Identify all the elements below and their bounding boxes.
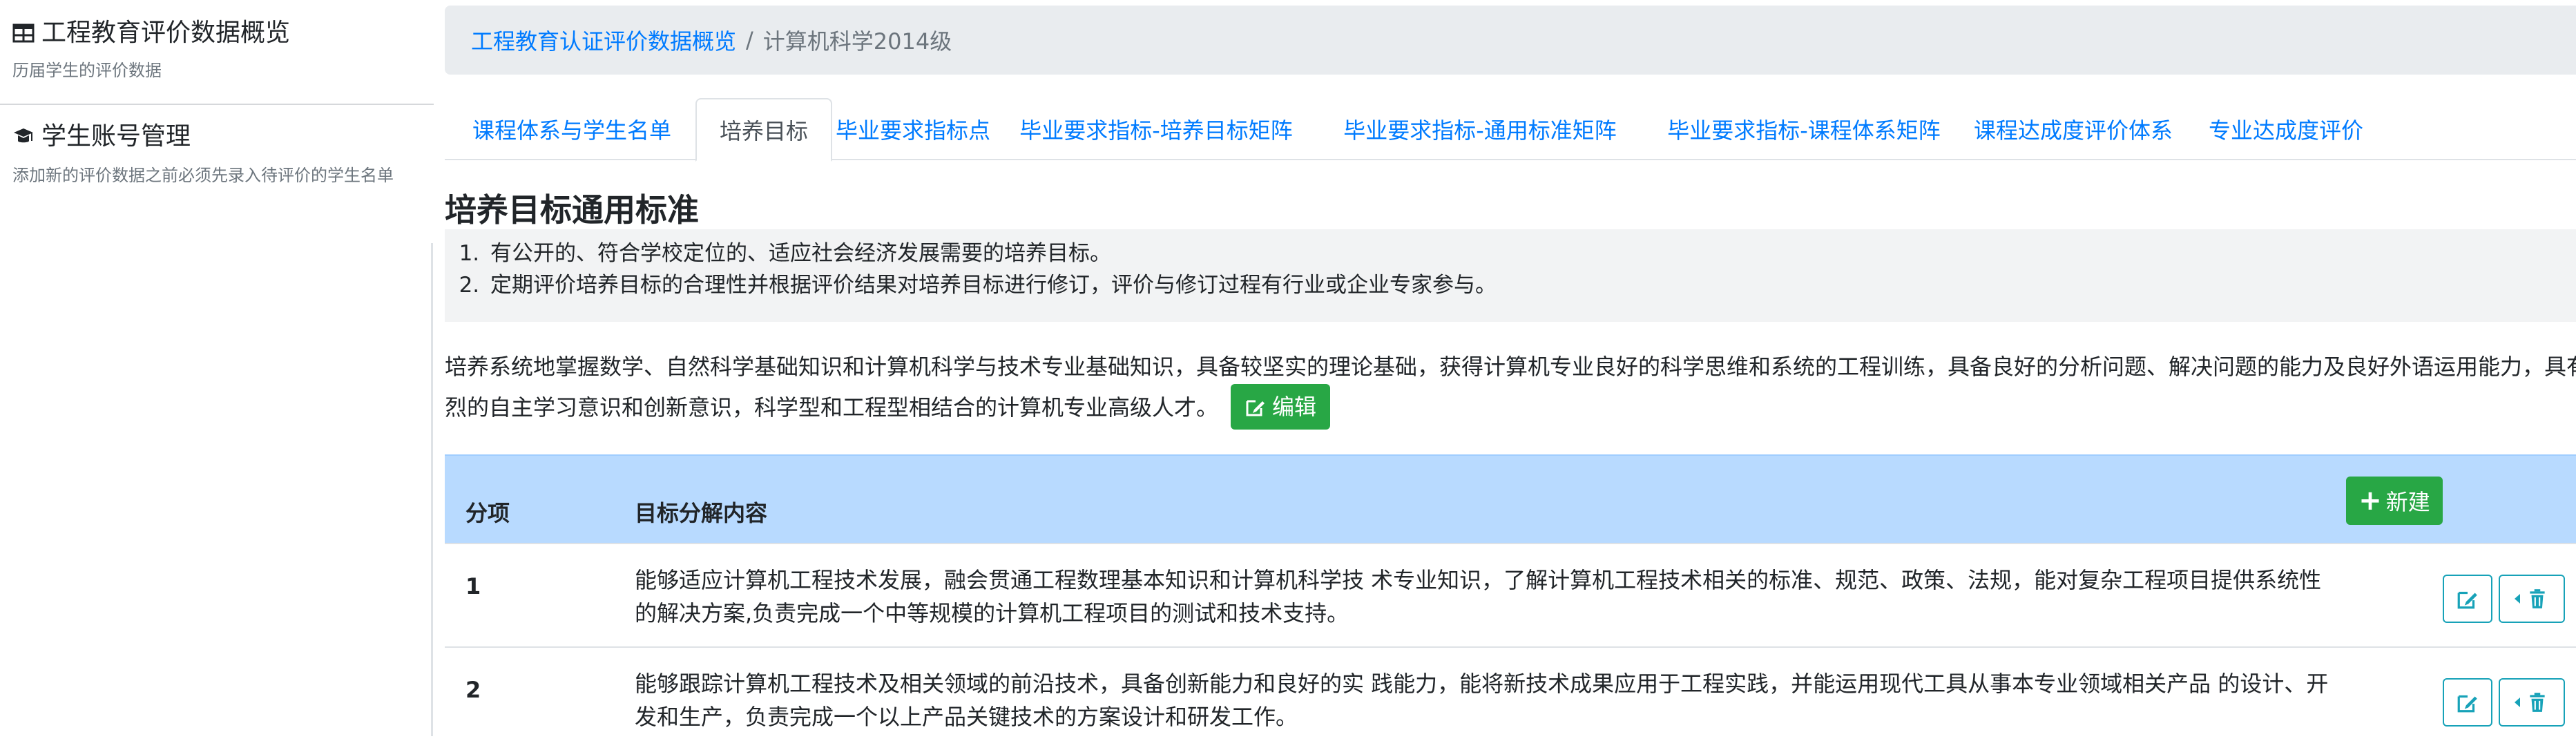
row-content-line: 能够跟踪计算机工程技术及相关领域的前沿技术，具备创新能力和良好的实 践能力，能将… bbox=[635, 671, 2329, 697]
breadcrumb-separator: / bbox=[746, 27, 753, 53]
row-content-line: 能够适应计算机工程技术发展，融会贯通工程数理基本知识和计算机科学技 术专业知识，… bbox=[635, 567, 2322, 593]
standard-panel: 有公开的、符合学校定位的、适应社会经济发展需要的培养目标。 定期评价培养目标的合… bbox=[445, 229, 2576, 322]
breadcrumb-current: 计算机科学2014级 bbox=[762, 28, 952, 55]
edit-icon bbox=[2457, 591, 2477, 609]
sidebar-item-student-accounts[interactable]: 学生账号管理 添加新的评价数据之前必须先录入待评价的学生名单 bbox=[0, 105, 434, 243]
sidebar-item-desc: 历届学生的评价数据 bbox=[12, 61, 162, 80]
row-edit-button[interactable] bbox=[2443, 575, 2492, 623]
caret-left-icon bbox=[2515, 698, 2520, 707]
table-icon bbox=[12, 23, 35, 43]
breadcrumb: 工程教育认证评价数据概览 / 计算机科学2014级 bbox=[445, 6, 2576, 75]
objective-table: 分项 目标分解内容 + 新建 1 能够适应计算机工程技术发展，融会贯通工程数理基… bbox=[445, 454, 2576, 750]
edit-button-label: 编辑 bbox=[1272, 394, 1317, 420]
tab-training-objectives[interactable]: 培养目标 bbox=[695, 98, 832, 162]
objective-text: 烈的自主学习意识和创新意识，科学型和工程型相结合的计算机专业高级人才。 bbox=[445, 394, 1219, 421]
new-button[interactable]: + 新建 bbox=[2346, 477, 2443, 525]
sidebar: 工程教育评价数据概览 历届学生的评价数据 学生账号管理 添加新的评价数据之前必须… bbox=[0, 0, 434, 736]
row-index: 1 bbox=[465, 573, 481, 599]
row-content-line: 的解决方案,负责完成一个中等规模的计算机工程项目的测试和技术支持。 bbox=[635, 600, 1349, 626]
row-index: 2 bbox=[465, 677, 481, 703]
trash-icon bbox=[2530, 589, 2545, 608]
objective-text-line-2: 烈的自主学习意识和创新意识，科学型和工程型相结合的计算机专业高级人才。 编辑 bbox=[445, 384, 2576, 432]
sidebar-item-title: 学生账号管理 bbox=[41, 122, 191, 151]
row-edit-button[interactable] bbox=[2443, 678, 2492, 727]
row-content: 能够适应计算机工程技术发展，融会贯通工程数理基本知识和计算机科学技 术专业知识，… bbox=[635, 564, 2322, 630]
row-content-line: 发和生产，负责完成一个以上产品关键技术的方案设计和研发工作。 bbox=[635, 704, 1298, 730]
sidebar-item-overview[interactable]: 工程教育评价数据概览 历届学生的评价数据 bbox=[0, 0, 434, 105]
table-header: 分项 目标分解内容 + 新建 bbox=[445, 454, 2576, 543]
row-content: 能够跟踪计算机工程技术及相关领域的前沿技术，具备创新能力和良好的实 践能力，能将… bbox=[635, 667, 2329, 733]
standard-item: 定期评价培养目标的合理性并根据评价结果对培养目标进行修订，评价与修订过程有行业或… bbox=[486, 269, 2576, 301]
tab-indicator-standard-matrix[interactable]: 毕业要求指标-通用标准矩阵 bbox=[1318, 98, 1642, 160]
standard-list: 有公开的、符合学校定位的、适应社会经济发展需要的培养目标。 定期评价培养目标的合… bbox=[486, 238, 2576, 301]
objective-text-line-1: 培养系统地掌握数学、自然科学基础知识和计算机科学与技术专业基础知识，具备较坚实的… bbox=[445, 354, 2576, 380]
sidebar-divider bbox=[431, 243, 433, 736]
sidebar-item-desc: 添加新的评价数据之前必须先录入待评价的学生名单 bbox=[12, 166, 394, 185]
objective-description: 培养系统地掌握数学、自然科学基础知识和计算机科学与技术专业基础知识，具备较坚实的… bbox=[445, 347, 2576, 432]
tab-indicator-course-matrix[interactable]: 毕业要求指标-课程体系矩阵 bbox=[1642, 98, 1966, 160]
tab-indicator-objective-matrix[interactable]: 毕业要求指标-培养目标矩阵 bbox=[994, 98, 1318, 160]
tab-course-evaluation[interactable]: 课程达成度评价体系 bbox=[1966, 98, 2180, 160]
standard-item: 有公开的、符合学校定位的、适应社会经济发展需要的培养目标。 bbox=[486, 238, 2576, 269]
sidebar-item-accounts-title-row[interactable]: 学生账号管理 bbox=[12, 120, 421, 153]
tab-course-system[interactable]: 课程体系与学生名单 bbox=[445, 98, 699, 160]
table-row: 2 能够跟踪计算机工程技术及相关领域的前沿技术，具备创新能力和良好的实 践能力，… bbox=[445, 646, 2576, 750]
caret-left-icon bbox=[2515, 594, 2520, 604]
tab-graduation-indicators[interactable]: 毕业要求指标点 bbox=[832, 98, 994, 160]
sidebar-item-overview-title-row[interactable]: 工程教育评价数据概览 bbox=[12, 17, 421, 50]
sidebar-item-title: 工程教育评价数据概览 bbox=[41, 19, 291, 47]
graduation-cap-icon bbox=[14, 128, 33, 143]
tab-major-evaluation[interactable]: 专业达成度评价 bbox=[2180, 98, 2392, 160]
breadcrumb-root-link[interactable]: 工程教育认证评价数据概览 bbox=[471, 24, 736, 56]
column-header-content: 目标分解内容 bbox=[635, 500, 768, 526]
row-delete-button[interactable] bbox=[2499, 678, 2565, 727]
tab-bar: 课程体系与学生名单 培养目标 毕业要求指标点 毕业要求指标-培养目标矩阵 毕业要… bbox=[445, 98, 2576, 162]
new-button-label: 新建 bbox=[2385, 489, 2430, 515]
edit-icon bbox=[1246, 400, 1265, 416]
plus-icon: + bbox=[2358, 485, 2382, 517]
edit-button[interactable]: 编辑 bbox=[1231, 384, 1331, 430]
trash-icon bbox=[2530, 693, 2545, 712]
row-delete-button[interactable] bbox=[2499, 575, 2565, 623]
column-header-index: 分项 bbox=[465, 500, 510, 526]
table-row: 1 能够适应计算机工程技术发展，融会贯通工程数理基本知识和计算机科学技 术专业知… bbox=[445, 543, 2576, 646]
standard-title: 培养目标通用标准 bbox=[445, 191, 699, 229]
edit-icon bbox=[2457, 695, 2477, 713]
